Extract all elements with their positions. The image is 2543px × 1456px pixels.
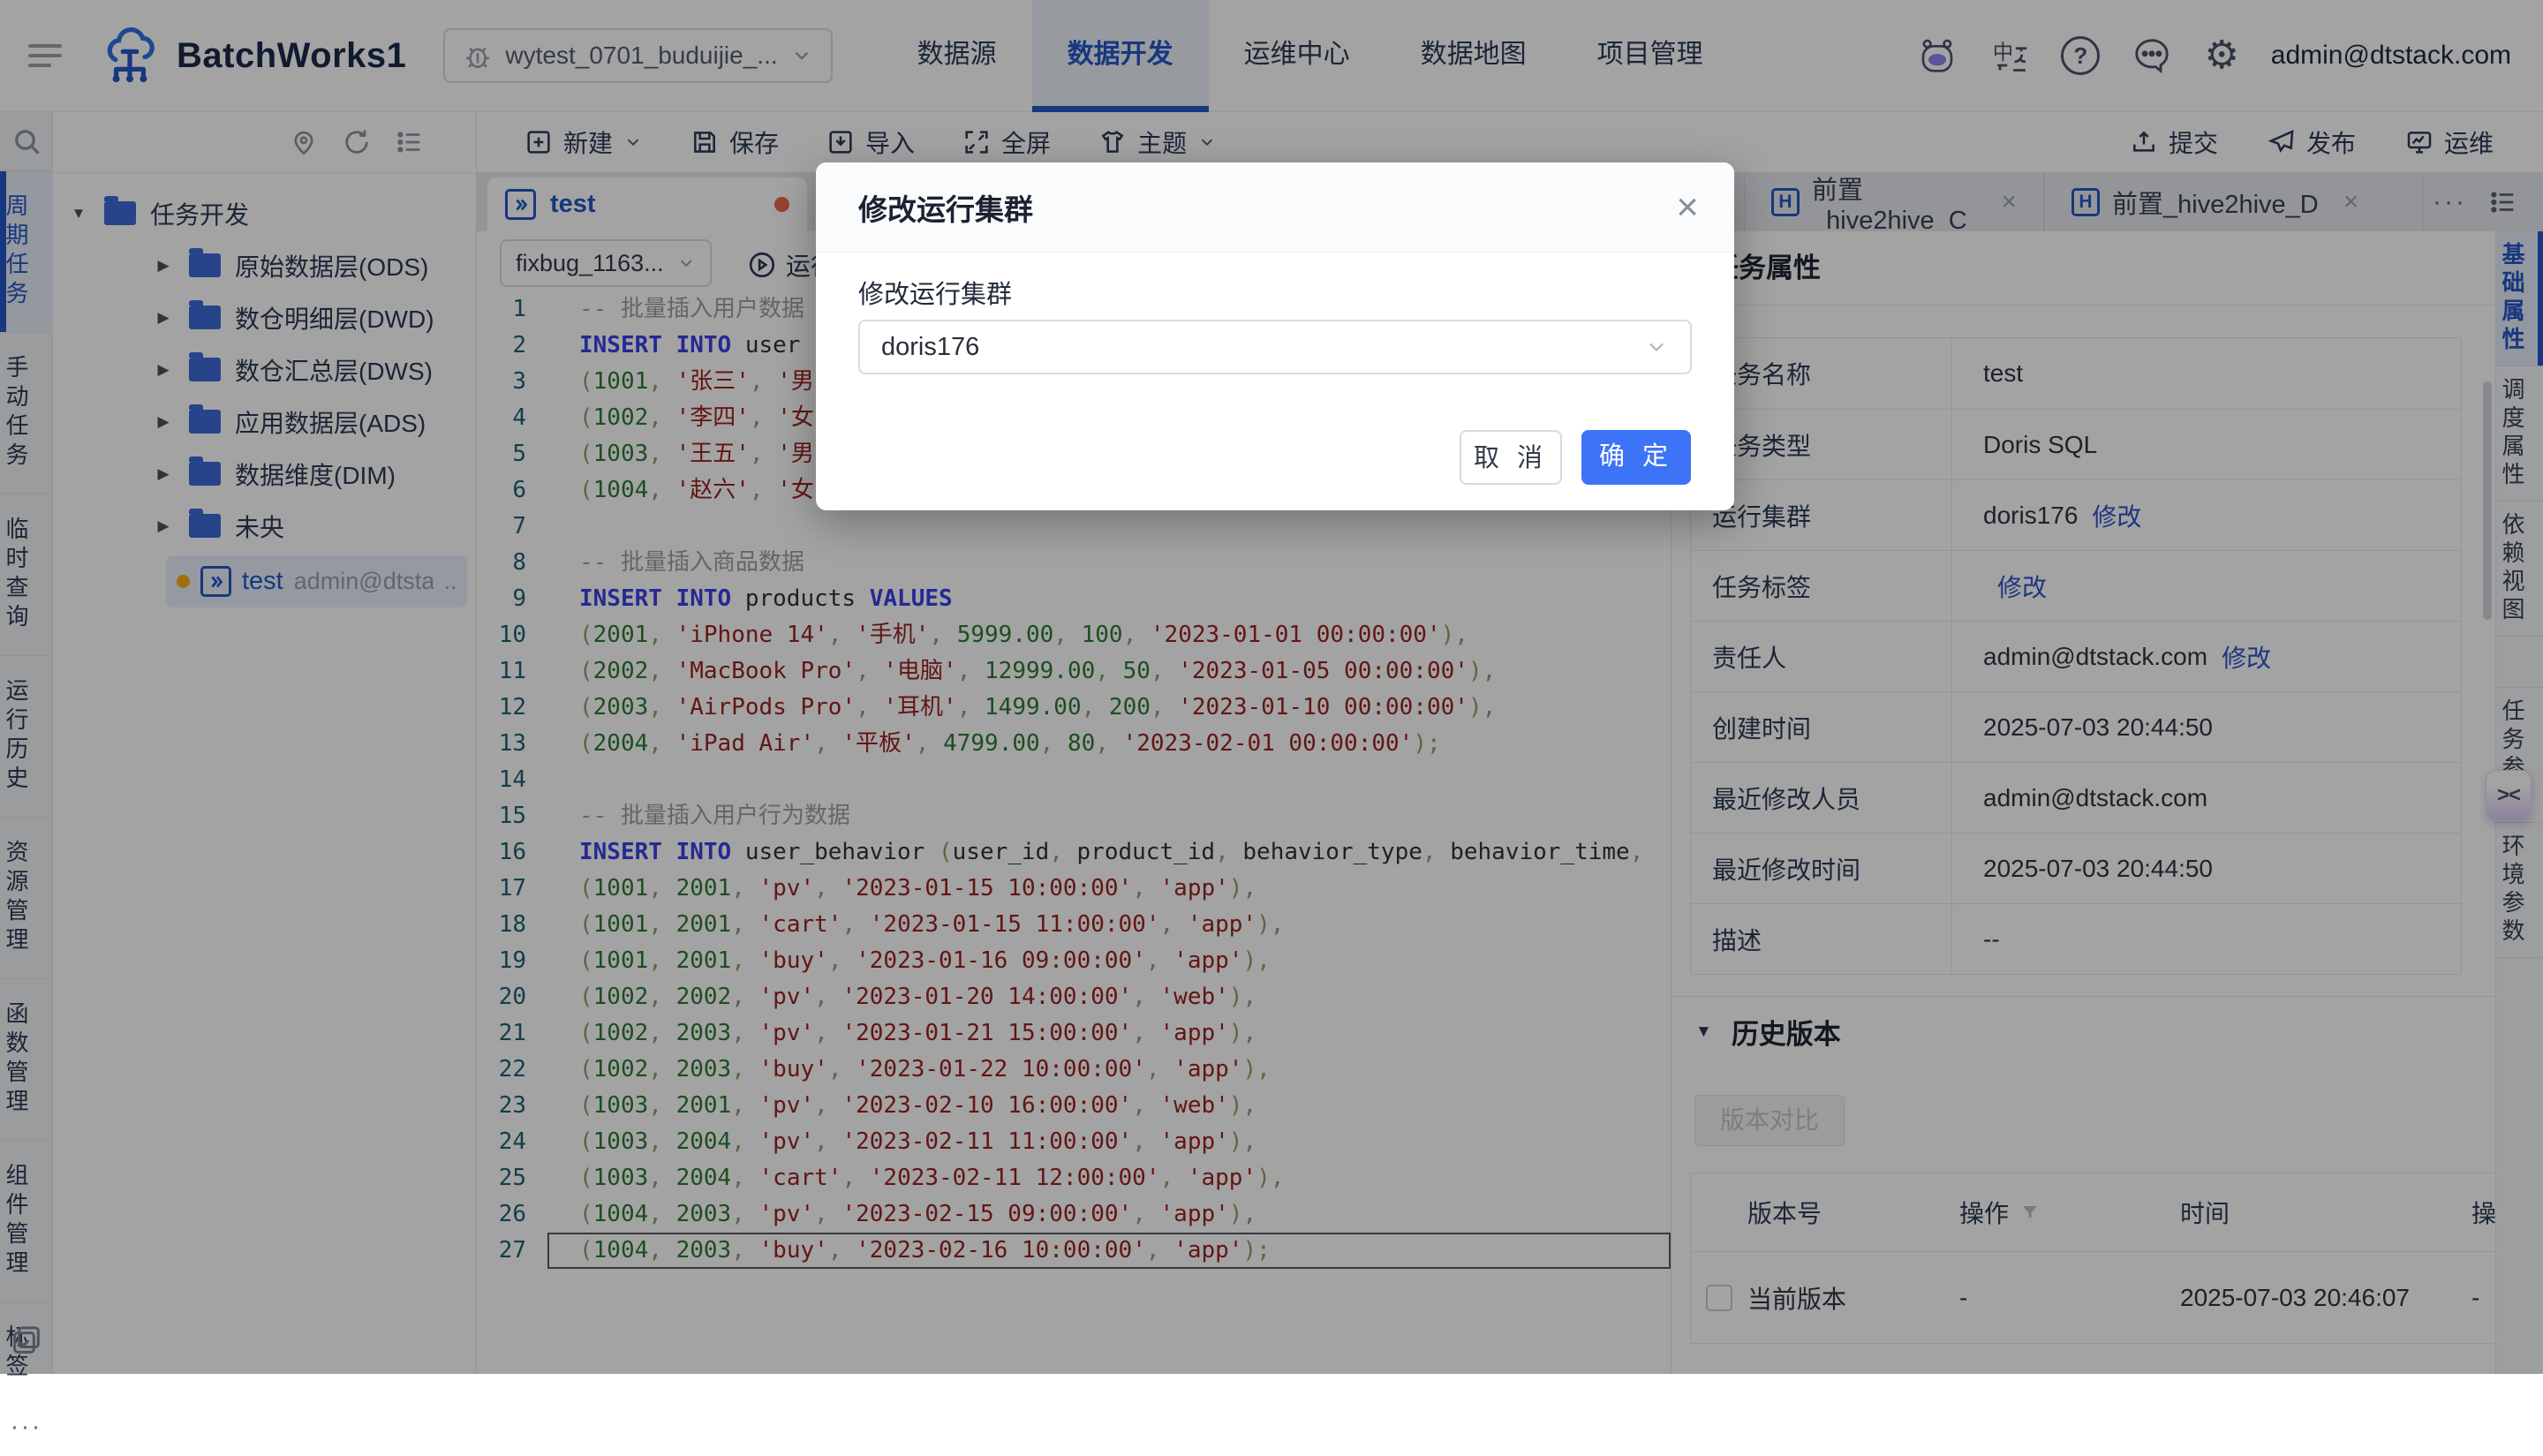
- dialog-title: 修改运行集群: [858, 186, 1033, 229]
- cluster-select[interactable]: doris176: [858, 320, 1692, 374]
- chevron-down-icon: [1644, 335, 1669, 359]
- rail-more-icon[interactable]: ···: [0, 1405, 52, 1456]
- cancel-button[interactable]: 取 消: [1460, 430, 1562, 485]
- dialog-close-icon[interactable]: ×: [1676, 188, 1699, 227]
- confirm-button[interactable]: 确 定: [1581, 430, 1691, 485]
- modify-cluster-dialog: 修改运行集群 × 修改运行集群 doris176 取 消 确 定: [816, 162, 1734, 510]
- cluster-select-label: 修改运行集群: [858, 274, 1012, 311]
